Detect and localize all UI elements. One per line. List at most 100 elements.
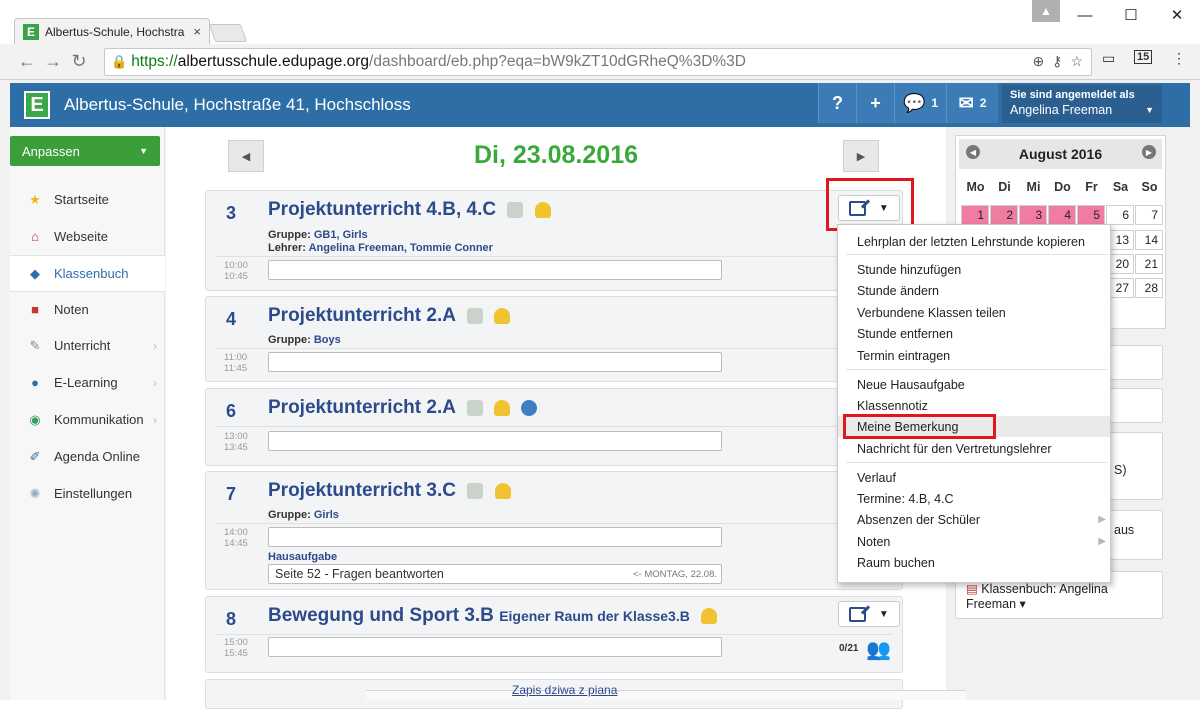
lesson-card: 8 Bewegung und Sport 3.B Eigener Raum de… <box>205 596 903 673</box>
menu-item[interactable]: Verbundene Klassen teilen <box>838 302 1110 323</box>
menu-item[interactable]: Nachricht für den Vertretungslehrer <box>838 438 1110 459</box>
chevron-down-icon: ▼ <box>139 146 148 156</box>
previous-day-button[interactable]: ◀ <box>228 140 264 172</box>
sidebar-item[interactable]: ● E-Learning › <box>10 364 165 401</box>
reload-icon[interactable]: ↻ <box>66 51 92 72</box>
sidebar-item[interactable]: ◉ Kommunikation › <box>10 401 165 438</box>
menu-item[interactable]: Stunde entfernen <box>838 323 1110 344</box>
lesson-title[interactable]: Bewegung und Sport 3.B Eigener Raum der … <box>268 605 718 627</box>
user-menu[interactable]: Sie sind angemeldet als Angelina Freeman… <box>1002 85 1162 123</box>
menu-item[interactable]: Absenzen der Schüler ▶ <box>838 509 1110 530</box>
lesson-teacher: Lehrer: Angelina Freeman, Tommie Conner <box>268 242 493 254</box>
forward-icon[interactable]: → <box>40 51 66 72</box>
mail-button[interactable]: ✉ 2 <box>946 83 998 123</box>
messages-button[interactable]: 💬 1 <box>894 83 946 123</box>
menu-divider <box>846 254 1108 255</box>
close-window-button[interactable]: ✕ <box>1154 0 1200 30</box>
lesson-topic-input[interactable] <box>268 260 722 280</box>
students-icon[interactable]: 👥 <box>866 637 894 661</box>
lesson-topic-input[interactable] <box>268 431 722 451</box>
calendar-day[interactable]: 2 <box>990 205 1018 225</box>
lesson-edit-button[interactable]: ▼ <box>838 601 900 627</box>
footer-link[interactable]: Zapis dziwa z piana <box>512 683 617 697</box>
homework-field[interactable]: Seite 52 - Fragen beantworten <- MONTAG,… <box>268 564 722 584</box>
subject-name: Projektunterricht <box>268 480 422 501</box>
menu-item[interactable]: Klassennotiz <box>838 395 1110 416</box>
lesson-group: Gruppe: Boys <box>268 334 341 346</box>
address-bar[interactable]: 🔒 https:// albertusschule.edupage.org /d… <box>104 48 1092 76</box>
sidebar-item[interactable]: ✎ Unterricht › <box>10 327 165 364</box>
attendance-count: 0/21 <box>839 643 859 654</box>
bell-icon <box>493 307 510 324</box>
next-day-button[interactable]: ▶ <box>843 140 879 172</box>
menu-item[interactable]: Neue Hausaufgabe <box>838 374 1110 395</box>
maximize-button[interactable]: ☐ <box>1108 0 1154 30</box>
calendar-day[interactable]: 1 <box>961 205 989 225</box>
messages-count: 1 <box>931 96 939 110</box>
calendar-next-icon[interactable]: ▶ <box>1142 145 1156 159</box>
calendar-day[interactable]: 3 <box>1019 205 1047 225</box>
calendar-day[interactable]: 5 <box>1077 205 1105 225</box>
calendar-prev-icon[interactable]: ◀ <box>966 145 980 159</box>
grades-icon: ■ <box>31 302 39 317</box>
calendar-day[interactable]: 4 <box>1048 205 1076 225</box>
browser-toolbar: ← → ↻ 🔒 https:// albertusschule.edupage.… <box>0 44 1200 80</box>
profile-icon[interactable]: ▲ <box>1032 0 1060 22</box>
menu-item-label: Termine: 4.B, 4.C <box>857 491 954 506</box>
browser-tab[interactable]: E Albertus-Schule, Hochstra × <box>14 18 210 44</box>
back-icon[interactable]: ← <box>14 51 40 72</box>
sidebar-item[interactable]: ✺ Einstellungen <box>10 475 165 512</box>
customize-button[interactable]: Anpassen ▼ <box>10 136 160 166</box>
calendar-day[interactable]: 6 <box>1106 205 1134 225</box>
menu-item[interactable]: Termin eintragen <box>838 345 1110 366</box>
lesson-number: 7 <box>226 484 237 504</box>
menu-item[interactable]: Termine: 4.B, 4.C <box>838 488 1110 509</box>
lesson-topic-input[interactable] <box>268 637 722 657</box>
lesson-title[interactable]: Projektunterricht 2.A <box>268 305 510 327</box>
globe-icon: ◉ <box>29 411 41 427</box>
browser-window: E Albertus-Schule, Hochstra × ▲ — ☐ ✕ ← … <box>0 0 1200 709</box>
bookmark-star-icon[interactable]: ☆ <box>1070 53 1083 70</box>
lesson-classes: 4.B, 4.C <box>426 199 497 220</box>
menu-icon[interactable]: ⋮ <box>1172 50 1186 67</box>
lesson-topic-input[interactable] <box>268 527 722 547</box>
add-button[interactable]: + <box>856 83 894 123</box>
edupage-logo[interactable]: E <box>24 91 50 119</box>
calendar-day[interactable]: 14 <box>1135 230 1163 250</box>
lesson-classes: 2.A <box>426 305 456 326</box>
key-icon[interactable]: ⚷ <box>1052 53 1062 70</box>
calendar-day[interactable]: 7 <box>1135 205 1163 225</box>
minimize-button[interactable]: — <box>1062 0 1108 30</box>
lesson-title[interactable]: Projektunterricht 3.C <box>268 480 511 502</box>
cast-icon[interactable]: ▭ <box>1102 50 1115 67</box>
lesson-card: 4 Projektunterricht 2.A Gruppe: Boys 11:… <box>205 296 903 382</box>
lesson-icon: ✎ <box>29 337 41 353</box>
menu-item[interactable]: Verlauf <box>838 467 1110 488</box>
calendar-day[interactable]: 28 <box>1135 278 1163 298</box>
lesson-title[interactable]: Projektunterricht 2.A <box>268 397 538 419</box>
school-title[interactable]: Albertus-Schule, Hochstraße 41, Hochschl… <box>64 95 411 115</box>
lesson-topic-input[interactable] <box>268 352 722 372</box>
menu-item[interactable]: Lehrplan der letzten Lehrstunde kopieren <box>838 231 1110 252</box>
extension-badge[interactable]: 15 <box>1134 50 1153 64</box>
divider <box>216 634 892 635</box>
lesson-title[interactable]: Projektunterricht 4.B, 4.C <box>268 199 551 221</box>
sidebar-item[interactable]: ✐ Agenda Online <box>10 438 165 475</box>
sidebar-item[interactable]: ■ Noten <box>10 291 165 328</box>
zoom-icon[interactable]: ⊕ <box>1032 53 1044 70</box>
menu-item[interactable]: Raum buchen <box>838 552 1110 573</box>
lesson-number: 4 <box>226 309 237 329</box>
edit-icon <box>849 606 867 622</box>
sidebar-item[interactable]: ★ Startseite <box>10 181 165 218</box>
help-button[interactable]: ? <box>818 83 856 123</box>
menu-item[interactable]: Stunde hinzufügen <box>838 259 1110 280</box>
weekday-header: So <box>1141 180 1158 194</box>
sidebar-item[interactable]: ⌂ Webseite <box>10 218 165 255</box>
menu-item[interactable]: Noten ▶ <box>838 531 1110 552</box>
sidebar-item[interactable]: ◆ Klassenbuch <box>10 255 165 292</box>
calendar-day[interactable]: 21 <box>1135 254 1163 274</box>
menu-item[interactable]: Stunde ändern <box>838 280 1110 301</box>
tab-close-icon[interactable]: × <box>193 24 201 39</box>
subject-name: Projektunterricht <box>268 305 422 326</box>
new-tab-button[interactable] <box>208 24 248 42</box>
